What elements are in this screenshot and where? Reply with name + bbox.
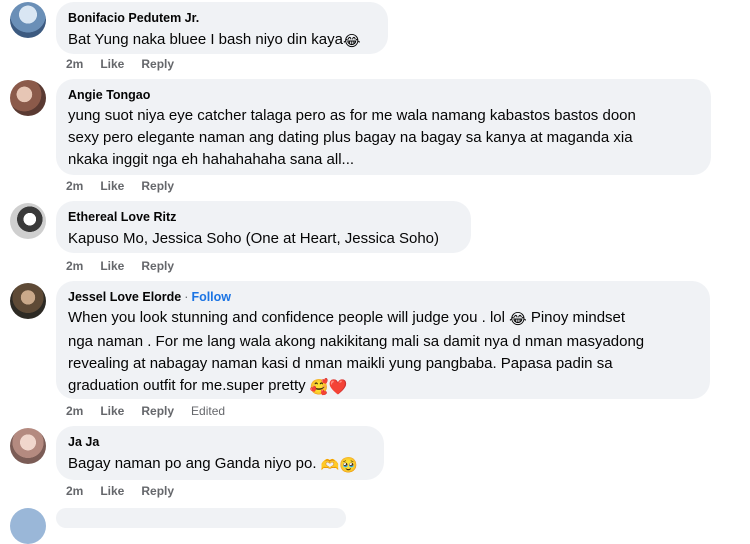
comment-actions: 2m Like Reply — [66, 57, 191, 71]
comment-bubble: Ja Ja Bagay naman po ang Ganda niyo po. … — [56, 426, 384, 480]
comment-time[interactable]: 2m — [66, 404, 83, 418]
comment-text-segment: When you look stunning and confidence pe… — [68, 309, 505, 326]
avatar[interactable] — [10, 508, 46, 544]
separator-dot: · — [184, 290, 189, 304]
comment-text-line: sexy pero elegante naman ang dating plus… — [68, 129, 633, 146]
comment-bubble: Angie Tongao yung suot niya eye catcher … — [56, 79, 711, 175]
comment-author[interactable]: Angie Tongao — [68, 87, 699, 103]
comment-text-line: graduation outfit for me.super pretty 🥰❤… — [68, 375, 698, 399]
comment-text-line: revealing at nabagay naman kasi d nman m… — [68, 355, 613, 372]
laughing-emoji-icon: 😂 — [342, 33, 361, 50]
reply-button[interactable]: Reply — [141, 404, 174, 418]
comment-text-line: nkaka inggit nga eh hahahahaha sana all.… — [68, 151, 355, 168]
comment-actions: 2m Like Reply — [66, 259, 191, 273]
like-button[interactable]: Like — [100, 259, 124, 273]
edited-label: Edited — [191, 404, 226, 418]
like-button[interactable]: Like — [100, 57, 124, 71]
comment-text-segment: graduation outfit for me.super pretty — [68, 377, 306, 394]
laughing-emoji-icon: 😂 — [509, 311, 527, 328]
comment-text-line: yung suot niya eye catcher talaga pero a… — [68, 107, 636, 124]
like-button[interactable]: Like — [100, 484, 124, 498]
comment-text-body: Bat Yung naka bluee I bash niyo din kaya — [68, 31, 343, 48]
comment-text-line: When you look stunning and confidence pe… — [68, 307, 698, 331]
comment-actions: 2m Like Reply Edited — [66, 404, 242, 418]
comment-text-line: nga naman . For me lang wala akong nakik… — [68, 333, 645, 350]
avatar[interactable] — [10, 428, 46, 464]
comment-text-body: Bagay naman po ang Ganda niyo po. — [68, 455, 317, 472]
comment-author-name[interactable]: Jessel Love Elorde — [68, 290, 181, 304]
comment-time[interactable]: 2m — [66, 57, 83, 71]
comment-time[interactable]: 2m — [66, 179, 83, 193]
comment-text: yung suot niya eye catcher talaga pero a… — [68, 105, 699, 171]
avatar[interactable] — [10, 283, 46, 319]
hands-emoji-icon: 🫶🥹 — [320, 457, 359, 474]
avatar[interactable] — [10, 203, 46, 239]
like-button[interactable]: Like — [100, 179, 124, 193]
comment-text: Kapuso Mo, Jessica Soho (One at Heart, J… — [68, 230, 440, 247]
comment-text: When you look stunning and confidence pe… — [68, 307, 698, 399]
comment-author: Jessel Love Elorde · Follow — [68, 289, 698, 305]
reply-button[interactable]: Reply — [141, 57, 174, 71]
reply-button[interactable]: Reply — [141, 259, 174, 273]
comment-text: Bat Yung naka bluee I bash niyo din kaya… — [68, 29, 376, 53]
comment-bubble: Ethereal Love Ritz Kapuso Mo, Jessica So… — [56, 201, 471, 253]
comment-bubble: Jessel Love Elorde · Follow When you look … — [56, 281, 710, 399]
like-button[interactable]: Like — [100, 404, 124, 418]
comment-text-segment: Pinoy mindset — [530, 309, 626, 326]
comment-actions: 2m Like Reply — [66, 484, 191, 498]
comment-time[interactable]: 2m — [66, 484, 83, 498]
reply-button[interactable]: Reply — [141, 179, 174, 193]
avatar[interactable] — [10, 80, 46, 116]
avatar[interactable] — [10, 2, 46, 38]
comment-text: Bagay naman po ang Ganda niyo po. 🫶🥹 — [68, 453, 372, 477]
reply-button[interactable]: Reply — [141, 484, 174, 498]
comment-author[interactable]: Bonifacio Pedutem Jr. — [68, 10, 376, 26]
comment-time[interactable]: 2m — [66, 259, 83, 273]
follow-button[interactable]: Follow — [191, 290, 231, 304]
comment-author[interactable]: Ethereal Love Ritz — [68, 209, 459, 225]
comment-actions: 2m Like Reply — [66, 179, 191, 193]
comment-author[interactable]: Ja Ja — [68, 434, 372, 450]
comment-bubble: Bonifacio Pedutem Jr. Bat Yung naka blue… — [56, 2, 388, 54]
comment-bubble — [56, 508, 346, 528]
heart-emoji-icon: 🥰❤️ — [309, 379, 348, 396]
